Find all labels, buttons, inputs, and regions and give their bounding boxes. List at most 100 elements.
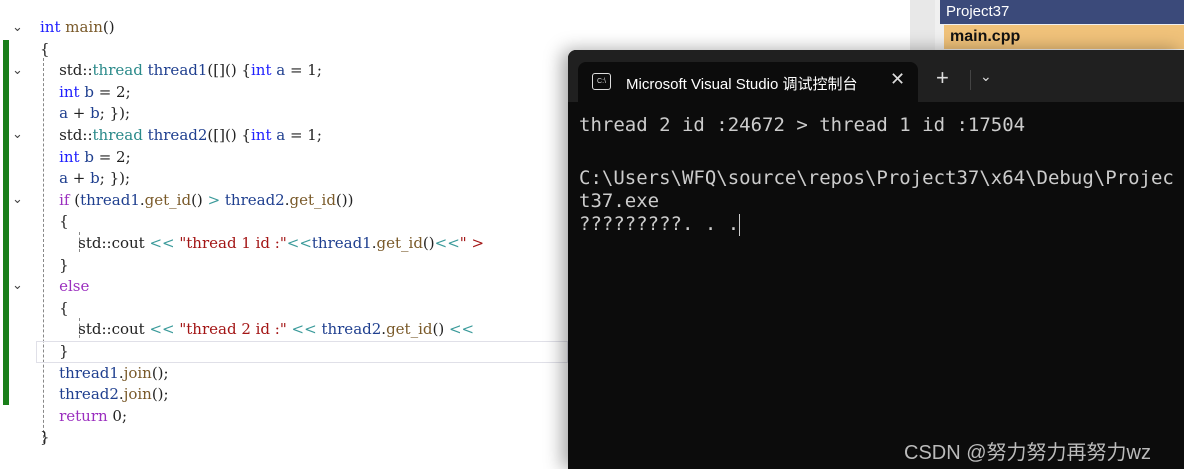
code-token: int (59, 82, 85, 101)
console-output: thread 2 id :24672 > thread 1 id :17504 … (579, 114, 1176, 236)
code-token: { (40, 212, 69, 231)
code-line[interactable]: std::thread thread1([]() {int a = 1; (40, 61, 322, 82)
code-token: (); (151, 363, 169, 382)
code-line[interactable]: } (40, 256, 69, 277)
code-line[interactable]: int main() (40, 18, 115, 39)
code-line[interactable]: int b = 2; (40, 148, 131, 169)
code-line[interactable]: { (40, 299, 69, 320)
code-token: = 1; (285, 61, 322, 80)
code-token: ([]() { (207, 61, 251, 80)
fold-chevron-icon[interactable]: ⌄ (12, 277, 23, 293)
console-icon: C:\ (592, 73, 611, 90)
code-line[interactable]: } (40, 342, 69, 363)
code-token: join (123, 385, 152, 404)
code-token: get_id (144, 190, 192, 209)
fold-chevron-icon[interactable]: ⌄ (12, 126, 23, 142)
fold-chevron-icon[interactable]: ⌄ (12, 191, 23, 207)
text-cursor (739, 213, 741, 236)
code-token: return (59, 406, 113, 425)
code-token: std:: (40, 61, 93, 80)
watermark: CSDN @努力努力再努力wz (904, 442, 1151, 464)
code-line[interactable]: } (40, 428, 50, 449)
code-token: } (40, 428, 50, 447)
code-token: thread2 (147, 126, 208, 144)
code-token: (); (151, 385, 169, 404)
code-token: "thread 2 id :" (179, 320, 287, 339)
code-token: ([]() { (207, 126, 251, 144)
code-token: { (40, 39, 50, 58)
code-line[interactable]: else (40, 277, 89, 298)
code-token: b (90, 169, 100, 188)
code-token: a (59, 104, 69, 123)
code-token: () (102, 18, 115, 36)
code-line[interactable]: int b = 2; (40, 83, 131, 104)
code-token: " > (459, 234, 489, 252)
code-line[interactable]: std::thread thread2([]() {int a = 1; (40, 126, 322, 147)
press-key-prompt: ?????????. . . (579, 213, 740, 235)
code-line[interactable]: std::cout << "thread 2 id :" << thread2.… (40, 320, 479, 341)
code-token: a (276, 61, 286, 80)
code-token: ; }); (99, 169, 131, 188)
project-node[interactable]: Project37 (940, 0, 1184, 24)
code-token: std::cout (40, 320, 150, 339)
code-token: thread2 (321, 320, 382, 339)
code-line[interactable]: { (40, 40, 50, 61)
chevron-down-icon[interactable]: ⌄ (980, 68, 992, 85)
code-token: std::cout (40, 234, 150, 252)
code-token: } (40, 255, 69, 274)
fold-chevron-icon[interactable]: ⌄ (12, 62, 23, 78)
code-token: thread1 (59, 363, 119, 382)
console-tab[interactable]: C:\ Microsoft Visual Studio 调试控制台 ✕ (578, 62, 918, 102)
code-token: b (90, 104, 100, 123)
file-node-selected[interactable]: main.cpp (944, 25, 1184, 49)
code-line[interactable]: a + b; }); (40, 169, 130, 190)
divider (970, 70, 971, 90)
code-token: = 2; (93, 82, 131, 101)
code-line[interactable]: { (40, 212, 69, 233)
code-token: get_id (289, 190, 336, 209)
code-line[interactable]: thread1.join(); (40, 364, 169, 385)
code-token: } (40, 342, 69, 360)
code-token: thread1 (311, 234, 372, 252)
fold-chevron-icon[interactable]: ⌄ (12, 19, 23, 35)
current-line-highlight (36, 341, 568, 363)
debug-console-window: C:\ Microsoft Visual Studio 调试控制台 ✕ + ⌄ … (568, 50, 1184, 469)
code-token: thread1 (80, 190, 140, 209)
code-token: thread (92, 61, 148, 80)
code-token: "thread 1 id :" (179, 234, 287, 252)
code-token: int (59, 147, 85, 166)
code-token: << (286, 234, 312, 252)
code-token: ; }); (99, 104, 131, 123)
code-line[interactable]: thread2.join(); (40, 385, 169, 406)
change-indicator (3, 40, 9, 405)
new-tab-button[interactable]: + (936, 67, 949, 89)
code-line[interactable]: a + b; }); (40, 104, 130, 125)
code-token: if (59, 190, 75, 209)
code-token: main (65, 18, 103, 36)
code-token: << (448, 320, 479, 339)
title-bar: C:\ Microsoft Visual Studio 调试控制台 ✕ + ⌄ (568, 50, 1184, 102)
code-token: b (84, 82, 94, 101)
console-output-line: thread 2 id :24672 > thread 1 id :17504 (579, 114, 1026, 136)
code-line[interactable]: std::cout << "thread 1 id :"<<thread1.ge… (40, 234, 489, 255)
console-output-line: ?????????. . . (579, 213, 1176, 236)
close-icon[interactable]: ✕ (890, 69, 905, 90)
code-token: int (250, 61, 277, 80)
code-token: = 1; (285, 126, 322, 144)
code-line[interactable]: if (thread1.get_id() > thread2.get_id()) (40, 191, 353, 212)
code-token: thread2 (59, 385, 119, 404)
code-token: () (432, 320, 449, 339)
code-token: thread (92, 126, 148, 144)
code-token: << (149, 234, 180, 252)
code-line[interactable]: return 0; (40, 407, 127, 428)
scrollbar[interactable] (910, 0, 935, 50)
